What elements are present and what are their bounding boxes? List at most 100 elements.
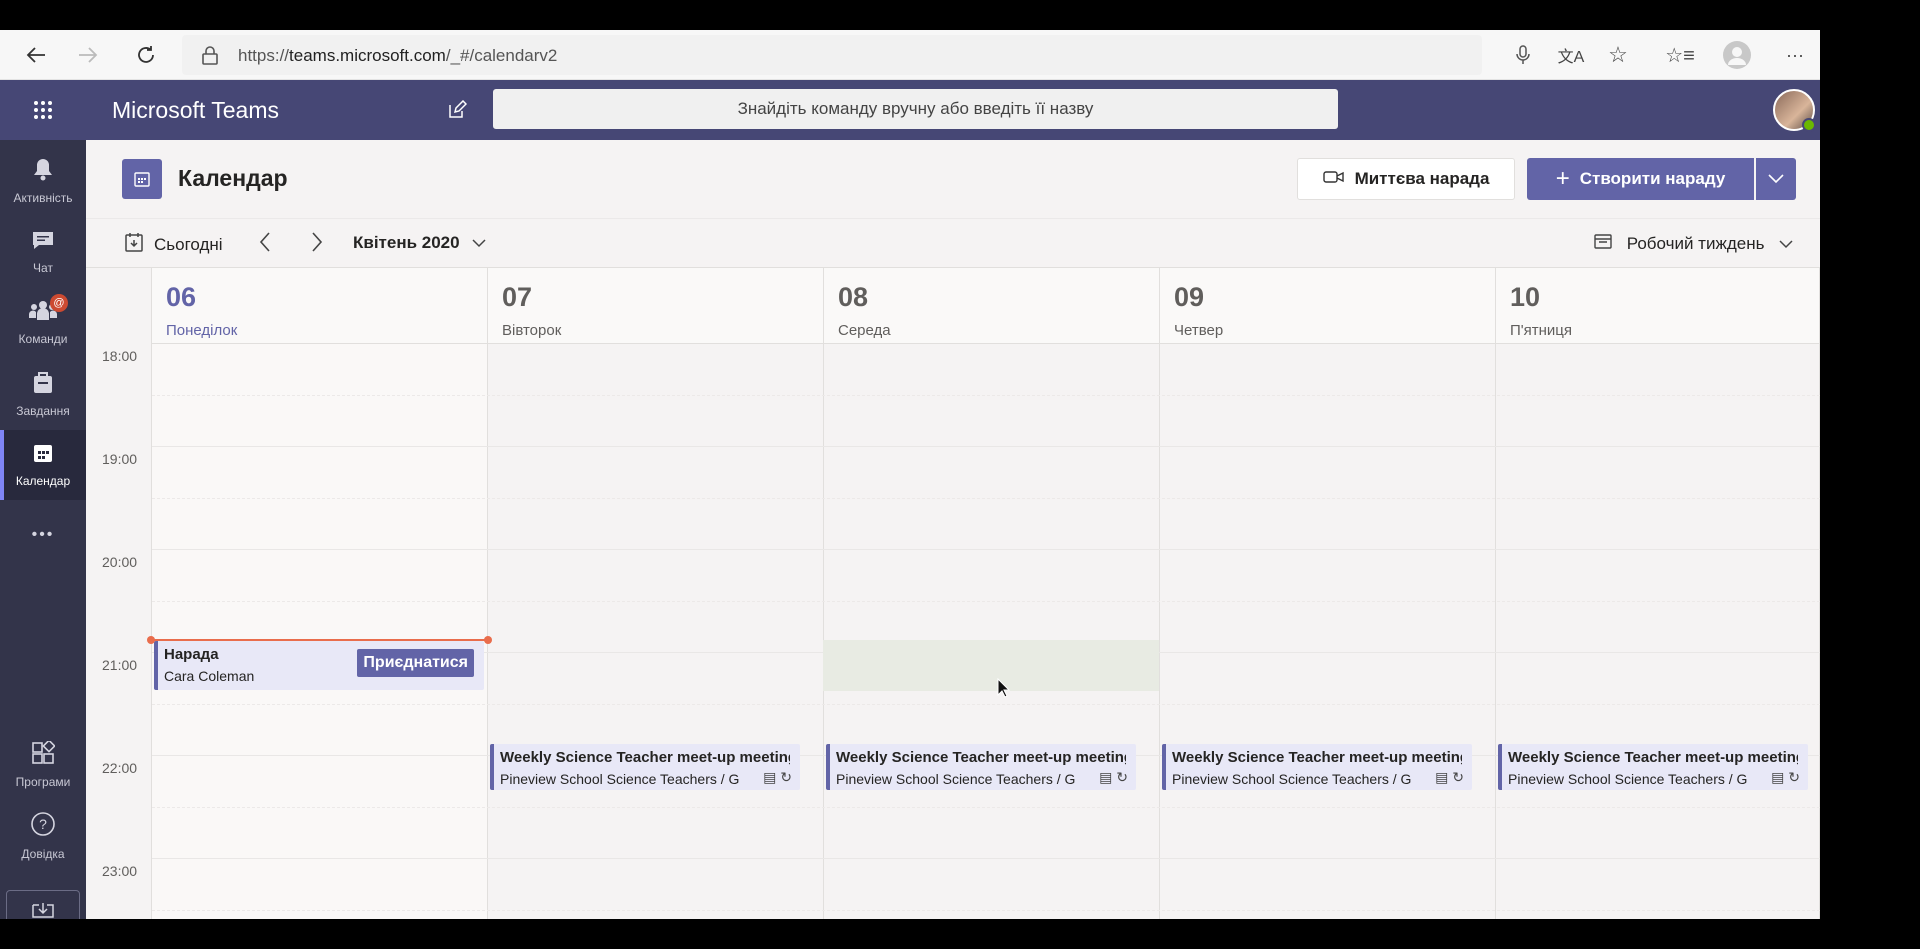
plus-icon: +	[1555, 165, 1570, 192]
today-button[interactable]: Сьогодні	[124, 231, 223, 258]
event-weekly-thu[interactable]: Weekly Science Teacher meet-up meeting P…	[1162, 744, 1472, 790]
event-weekly-fri[interactable]: Weekly Science Teacher meet-up meeting P…	[1498, 744, 1808, 790]
day-column[interactable]	[824, 344, 1160, 919]
teams-header: Microsoft Teams Знайдіть команду вручну …	[0, 80, 1820, 140]
forward-icon[interactable]	[72, 39, 104, 71]
day-number: 07	[502, 282, 533, 312]
help-icon: ?	[30, 811, 56, 843]
event-icons: ▤ ↻	[1771, 769, 1800, 786]
rail-item-more[interactable]: •••	[0, 515, 86, 555]
day-header[interactable]: 09 Четвер	[1160, 268, 1496, 344]
mouse-cursor-icon	[997, 678, 1011, 698]
more-icon[interactable]: ···	[1779, 39, 1811, 71]
recurring-icon: ↻	[1788, 769, 1800, 785]
rail-item-assignments[interactable]: Завдання	[0, 359, 86, 429]
apps-icon	[31, 739, 56, 771]
day-name: Четвер	[1174, 322, 1224, 339]
rail-label: Чат	[33, 261, 53, 275]
grid-line	[152, 910, 1820, 911]
recurring-icon: ↻	[1116, 769, 1128, 785]
url-text: https://teams.microsoft.com/_#/calendarv…	[238, 46, 558, 65]
day-number: 09	[1174, 282, 1205, 312]
time-label: 21:00	[102, 657, 138, 673]
chevron-right-icon[interactable]	[310, 231, 324, 259]
assignments-icon	[32, 370, 54, 400]
page-title: Календар	[178, 165, 288, 191]
calendar-icon	[32, 442, 54, 470]
day-name: Понеділок	[166, 322, 238, 339]
event-title: Weekly Science Teacher meet-up meeting	[500, 749, 790, 766]
day-column[interactable]	[152, 344, 488, 919]
search-input[interactable]: Знайдіть команду вручну або введіть її н…	[493, 89, 1338, 129]
microphone-icon[interactable]	[1507, 39, 1539, 71]
recurring-icon: ↻	[780, 769, 792, 785]
day-header[interactable]: 07 Вівторок	[488, 268, 824, 344]
new-meeting-button[interactable]: + Створити нараду	[1527, 158, 1754, 200]
chevron-down-icon	[1779, 237, 1793, 252]
download-app-button[interactable]	[6, 890, 80, 919]
calendar-toolbar: Сьогодні Квітень 2020 Робочий тиждень	[86, 218, 1820, 268]
day-name: Середа	[838, 322, 891, 339]
rail-item-activity[interactable]: Активність	[0, 146, 86, 216]
rail-item-help[interactable]: ? Довідка	[0, 801, 86, 871]
grid-line	[152, 446, 1820, 447]
app-title: Microsoft Teams	[112, 97, 280, 123]
translate-icon[interactable]: 文A	[1555, 39, 1587, 71]
bell-icon	[32, 157, 54, 187]
day-column[interactable]	[1496, 344, 1820, 919]
event-meeting[interactable]: Нарада Cara Coleman Приєднатися	[154, 641, 484, 690]
day-number: 08	[838, 282, 869, 312]
browser-toolbar: https://teams.microsoft.com/_#/calendarv…	[0, 30, 1820, 80]
rail-item-calendar[interactable]: Календар	[0, 430, 86, 500]
view-selector[interactable]: Робочий тиждень	[1594, 233, 1793, 254]
hovered-time-slot[interactable]	[823, 640, 1159, 691]
month-selector[interactable]: Квітень 2020	[353, 233, 486, 253]
new-meeting-dropdown[interactable]	[1756, 158, 1796, 200]
day-header[interactable]: 06 Понеділок	[152, 268, 488, 344]
event-subtitle: Pineview School Science Teachers / G	[1172, 771, 1412, 787]
day-column[interactable]	[1160, 344, 1496, 919]
day-header[interactable]: 08 Середа	[824, 268, 1160, 344]
time-label: 22:00	[102, 760, 138, 776]
event-organizer: Cara Coleman	[164, 668, 255, 684]
rail-item-teams[interactable]: @ Команди	[0, 288, 86, 358]
event-weekly-wed[interactable]: Weekly Science Teacher meet-up meeting P…	[826, 744, 1136, 790]
app-launcher-icon[interactable]	[27, 94, 59, 126]
event-weekly-tue[interactable]: Weekly Science Teacher meet-up meeting P…	[490, 744, 800, 790]
day-header[interactable]: 10 П'ятниця	[1496, 268, 1820, 344]
refresh-icon[interactable]	[130, 39, 162, 71]
meet-now-label: Миттєва нарада	[1354, 169, 1490, 188]
calendar-today-icon	[124, 231, 144, 258]
event-subtitle: Pineview School Science Teachers / G	[1508, 771, 1748, 787]
grid-line	[152, 395, 1820, 396]
grid-line	[152, 601, 1820, 602]
view-label: Робочий тиждень	[1626, 234, 1765, 253]
event-title: Нарада	[164, 646, 219, 663]
chevron-down-icon	[1768, 171, 1784, 187]
event-title: Weekly Science Teacher meet-up meeting	[836, 749, 1126, 766]
calendar-header: Календар Миттєва нарада + Створити нарад…	[86, 140, 1820, 218]
month-label: Квітень 2020	[353, 233, 460, 252]
avatar[interactable]	[1773, 89, 1816, 132]
svg-text:?: ?	[39, 816, 47, 832]
compose-icon[interactable]	[441, 94, 473, 126]
address-bar[interactable]: https://teams.microsoft.com/_#/calendarv…	[182, 35, 1482, 75]
meet-now-button[interactable]: Миттєва нарада	[1297, 158, 1515, 200]
app-rail: Активність Чат @ Команди Завдання Календ…	[0, 140, 86, 919]
rail-label: Команди	[18, 332, 68, 346]
day-column[interactable]	[488, 344, 824, 919]
chevron-left-icon[interactable]	[258, 231, 272, 259]
day-number: 10	[1510, 282, 1541, 312]
rail-label: Довідка	[21, 847, 65, 861]
rail-item-chat[interactable]: Чат	[0, 217, 86, 287]
join-button[interactable]: Приєднатися	[357, 649, 474, 677]
event-icons: ▤ ↻	[763, 769, 792, 786]
favorites-list-icon[interactable]: ☆≡	[1664, 39, 1696, 71]
back-icon[interactable]	[20, 39, 52, 71]
chevron-down-icon	[472, 236, 486, 251]
channel-icon: ▤	[1099, 769, 1113, 785]
profile-icon[interactable]	[1721, 39, 1753, 71]
rail-item-apps[interactable]: Програми	[0, 730, 86, 800]
favorite-star-icon[interactable]: ☆	[1602, 39, 1634, 71]
grid-line	[152, 807, 1820, 808]
